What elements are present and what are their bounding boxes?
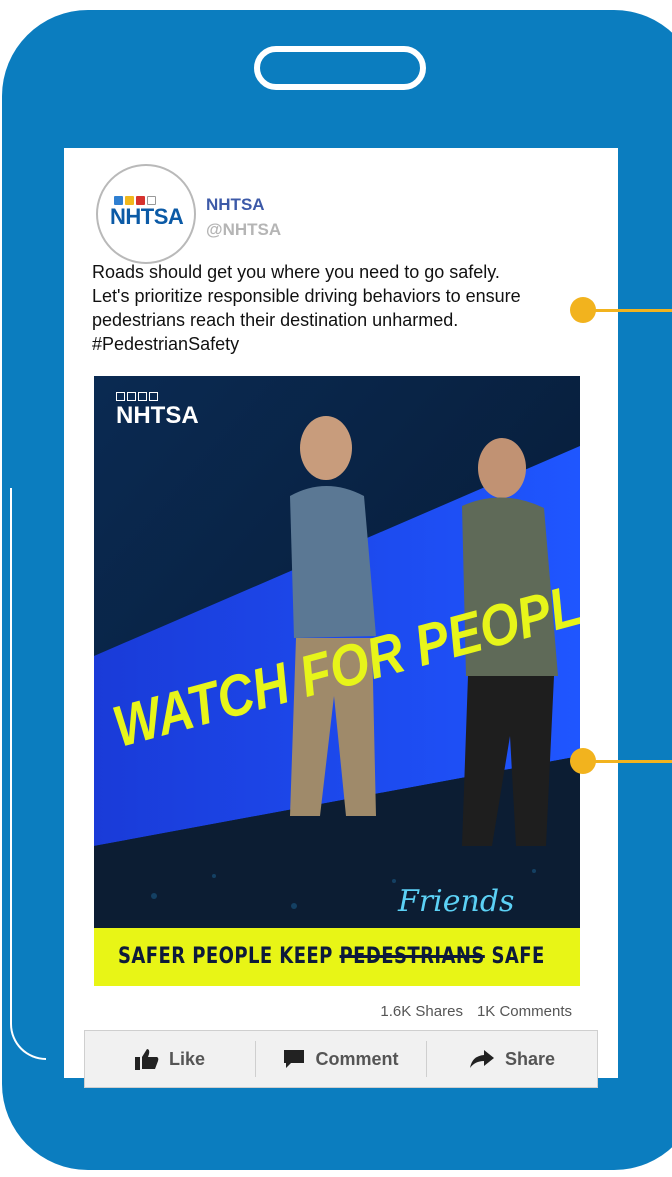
- engagement-stats: 1.6K Shares 1K Comments: [380, 1003, 572, 1020]
- like-label: Like: [168, 1048, 206, 1069]
- tagline-after: SAFE: [484, 944, 545, 969]
- like-button[interactable]: Like: [85, 1031, 255, 1087]
- avatar-logo: NHTSA: [110, 204, 184, 229]
- avatar[interactable]: NHTSA: [96, 164, 196, 264]
- phone-speaker-notch: [254, 46, 426, 90]
- post-text: Roads should get you where you need to g…: [92, 262, 521, 354]
- share-label: Share: [504, 1048, 556, 1069]
- comment-icon: [284, 1050, 305, 1068]
- callout-dot-top: [570, 297, 596, 323]
- tagline-text: SAFER PEOPLE KEEP PEDESTRIANS SAFE: [118, 944, 545, 969]
- account-name[interactable]: NHTSA: [206, 195, 265, 215]
- shares-count[interactable]: 1.6K Shares: [380, 1003, 463, 1020]
- post-image[interactable]: NHTSA WATCH FOR PEOPLE Friends SAFER PEO…: [94, 376, 580, 986]
- hero-logo: NHTSA: [116, 402, 199, 429]
- share-icon: [469, 1050, 494, 1068]
- post-card: NHTSA NHTSA @NHTSA Roads should get you …: [64, 148, 618, 1088]
- annotation-text: Friends: [398, 884, 515, 919]
- action-bar: Like Comment Share: [84, 1030, 598, 1088]
- phone-edge-line: [10, 488, 46, 1060]
- comment-label: Comment: [315, 1048, 399, 1069]
- callout-dot-bottom: [570, 748, 596, 774]
- comment-button[interactable]: Comment: [255, 1041, 426, 1077]
- thumbs-up-icon: [134, 1049, 159, 1070]
- hero-agency-icons: [116, 392, 158, 401]
- account-handle[interactable]: @NHTSA: [206, 220, 281, 240]
- comments-count[interactable]: 1K Comments: [477, 1003, 572, 1020]
- tagline-struck: PEDESTRIANS: [339, 944, 485, 969]
- tagline-before: SAFER PEOPLE KEEP: [118, 944, 340, 969]
- share-button[interactable]: Share: [426, 1041, 597, 1077]
